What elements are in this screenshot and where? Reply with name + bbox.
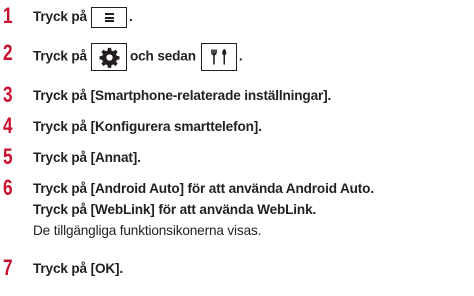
step-instruction-alt: Tryck på [WebLink] för att använda WebLi… <box>33 202 317 217</box>
menu-icon <box>90 7 127 28</box>
tools-icon <box>200 43 237 71</box>
step-text-end: . <box>128 9 133 25</box>
step-instruction: Tryck på [Annat]. <box>33 150 141 165</box>
settings-gear-icon <box>90 43 127 71</box>
step-text-mid: och sedan <box>129 48 196 64</box>
step-number: 6 <box>3 175 13 200</box>
step-text: Tryck på <box>33 48 87 64</box>
step-number: 4 <box>3 113 13 138</box>
step-instruction: Tryck på [Android Auto] för att använda … <box>33 181 374 196</box>
step-number: 7 <box>3 255 13 280</box>
step-instruction: Tryck på [OK]. <box>33 261 124 276</box>
step-number: 1 <box>3 3 13 28</box>
step-instruction: Tryck på och sedan. <box>33 43 243 71</box>
step-text-end: . <box>238 48 243 64</box>
step-number: 2 <box>3 40 13 65</box>
step-note: De tillgängliga funktionsikonerna visas. <box>33 223 262 238</box>
step-text: Tryck på <box>33 9 87 25</box>
step-number: 5 <box>3 144 13 169</box>
step-number: 3 <box>3 82 13 107</box>
step-instruction: Tryck på. <box>33 7 133 28</box>
step-instruction: Tryck på [Smartphone-relaterade inställn… <box>33 88 332 103</box>
step-instruction: Tryck på [Konfigurera smarttelefon]. <box>33 119 262 134</box>
